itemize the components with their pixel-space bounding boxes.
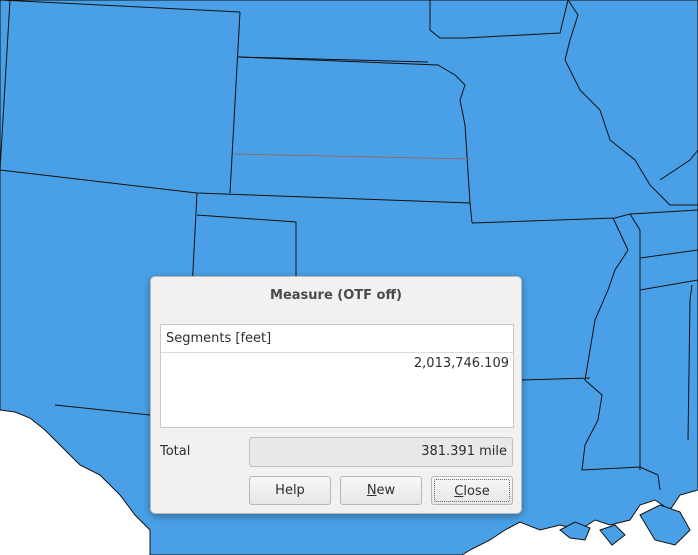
total-value-field: 381.391 mile — [249, 437, 513, 467]
total-label: Total — [160, 444, 191, 459]
measure-dialog: Measure (OTF off) Segments [feet] 2,013,… — [150, 276, 522, 514]
close-focus-ring: Close — [434, 479, 510, 502]
help-button[interactable]: Help — [249, 476, 331, 505]
close-mnemonic: C — [454, 484, 464, 499]
segments-table[interactable]: Segments [feet] 2,013,746.109 — [160, 324, 514, 428]
close-label-rest: lose — [463, 484, 490, 499]
new-mnemonic: N — [366, 483, 377, 498]
new-button[interactable]: New — [340, 476, 422, 505]
segment-row[interactable]: 2,013,746.109 — [161, 353, 513, 375]
new-label-rest: ew — [376, 483, 396, 498]
close-button[interactable]: Close — [431, 476, 513, 505]
dialog-title: Measure (OTF off) — [270, 288, 402, 303]
segments-column-header[interactable]: Segments [feet] — [161, 325, 513, 353]
